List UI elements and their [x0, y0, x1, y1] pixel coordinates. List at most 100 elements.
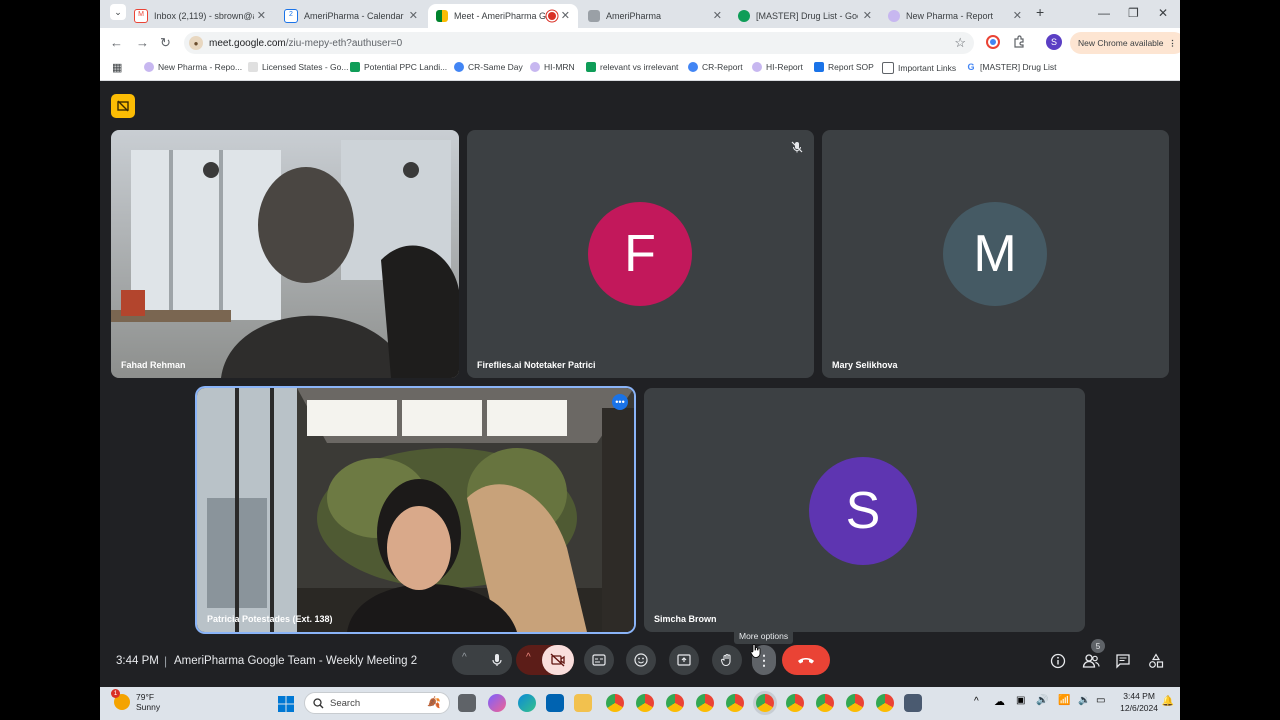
raise-hand-button[interactable] [712, 645, 742, 675]
reactions-button[interactable] [626, 645, 656, 675]
meeting-details-icon[interactable] [1050, 653, 1066, 669]
microphone-button[interactable] [482, 645, 512, 675]
maximize-icon[interactable]: ❐ [1128, 6, 1139, 20]
participant-tile-simcha[interactable]: S Simcha Brown [644, 388, 1085, 632]
forward-icon[interactable]: → [136, 35, 149, 50]
tab-meet[interactable]: Meet - AmeriPharma Go ✕ [428, 4, 578, 28]
chrome-profile-icon[interactable] [786, 694, 804, 712]
sound-icon[interactable]: 🔉 [1078, 695, 1090, 706]
windows-taskbar: 1 79°F Sunny Search 🍂 ^ ☁ ▣ 🔊 📶 🔉 ▭ 3:44… [100, 687, 1180, 720]
chrome-active-icon[interactable] [756, 694, 774, 712]
leave-call-button[interactable] [782, 645, 830, 675]
bookmark-item[interactable]: Report SOP [814, 62, 874, 72]
chrome-profile-icon[interactable] [726, 694, 744, 712]
copilot-icon[interactable] [488, 694, 506, 712]
extension-color-icon[interactable] [986, 35, 1000, 49]
address-bar[interactable]: ● meet.google.com/ziu-mepy-eth?authuser=… [184, 32, 974, 54]
chrome-profile-icon[interactable] [636, 694, 654, 712]
network-icon[interactable]: ▣ [1016, 695, 1025, 706]
participant-tile-fahad[interactable]: Fahad Rehman [111, 130, 459, 378]
weather-widget[interactable]: 1 79°F Sunny [111, 689, 161, 712]
chrome-profile-icon[interactable] [696, 694, 714, 712]
weather-temperature: 79°F [136, 692, 155, 702]
update-chrome-button[interactable]: New Chrome available ⋮ [1070, 32, 1180, 54]
participant-tile-fireflies[interactable]: F Fireflies.ai Notetaker Patrici [467, 130, 814, 378]
tab-search-button[interactable]: ⌄ [110, 4, 126, 20]
weather-description: Sunny [136, 702, 161, 712]
tab-ameripharma[interactable]: AmeriPharma ✕ [580, 4, 730, 28]
participant-more-options-icon[interactable]: ••• [612, 394, 628, 410]
people-icon[interactable] [1082, 653, 1100, 669]
camera-button[interactable] [542, 645, 574, 675]
chat-icon[interactable] [1115, 653, 1131, 669]
bookmark-item[interactable]: G [MASTER] Drug List [966, 62, 1057, 72]
bookmark-item[interactable]: Licensed States - Go... [248, 62, 348, 72]
chrome-profile-icon[interactable] [876, 694, 894, 712]
captions-button[interactable] [584, 645, 614, 675]
participant-tile-mary[interactable]: M Mary Selikhova [822, 130, 1169, 378]
bookmark-item[interactable]: relevant vs irrelevant [586, 62, 678, 72]
system-clock[interactable]: 3:44 PM 12/6/2024 [1120, 690, 1158, 714]
taskbar-search-box[interactable]: Search 🍂 [304, 692, 450, 714]
report-icon [530, 62, 540, 72]
bookmark-item[interactable]: HI-Report [752, 62, 803, 72]
host-controls-button[interactable] [111, 94, 135, 118]
tab-gmail[interactable]: M Inbox (2,119) - sbrown@ameri ✕ [126, 4, 274, 28]
close-tab-icon[interactable]: ✕ [257, 9, 266, 22]
bookmark-folder[interactable]: Important Links [882, 62, 956, 74]
chrome-profile-icon[interactable] [846, 694, 864, 712]
close-tab-icon[interactable]: ✕ [561, 9, 570, 22]
closed-captions-icon [592, 654, 606, 666]
video-settings-chevron-icon[interactable]: ^ [526, 652, 531, 663]
volume-icon[interactable]: 🔊 [1036, 695, 1048, 706]
camera-control-group: ^ [516, 645, 574, 675]
show-hidden-icons-chevron[interactable]: ^ [974, 696, 979, 707]
profile-avatar[interactable]: S [1046, 34, 1062, 50]
bookmark-label: CR-Report [702, 62, 743, 72]
tab-report[interactable]: New Pharma - Report ✕ [880, 4, 1030, 28]
close-tab-icon[interactable]: ✕ [1013, 9, 1022, 22]
wifi-icon[interactable]: 📶 [1058, 695, 1070, 706]
site-info-icon[interactable]: ● [189, 36, 203, 50]
activities-icon[interactable] [1148, 653, 1164, 669]
apps-grid-icon[interactable]: ▦ [112, 61, 122, 74]
screen: ⌄ M Inbox (2,119) - sbrown@ameri ✕ 2 Ame… [100, 0, 1180, 720]
back-icon[interactable]: ← [110, 35, 123, 50]
close-tab-icon[interactable]: ✕ [409, 9, 418, 22]
bookmark-star-icon[interactable]: ☆ [954, 35, 966, 51]
new-tab-button[interactable]: + [1036, 4, 1044, 20]
participant-tile-patricia[interactable]: ••• Patricia Potestades (Ext. 138) [197, 388, 634, 632]
tab-drug-list[interactable]: [MASTER] Drug List - Googl ✕ [730, 4, 880, 28]
close-tab-icon[interactable]: ✕ [713, 9, 722, 22]
kebab-menu-icon: ⋮ [1168, 37, 1177, 48]
extensions-puzzle-icon[interactable] [1012, 35, 1026, 49]
onedrive-icon[interactable]: ☁ [994, 695, 1005, 708]
close-window-icon[interactable]: ✕ [1158, 6, 1168, 20]
windows-start-icon[interactable] [278, 696, 294, 712]
bookmark-item[interactable]: CR-Same Day [454, 62, 523, 72]
chrome-profile-icon[interactable] [666, 694, 684, 712]
chrome-profile-icon[interactable] [816, 694, 834, 712]
battery-icon[interactable]: ▭ [1096, 695, 1105, 706]
sun-icon: 1 [111, 689, 130, 710]
bookmark-item[interactable]: CR-Report [688, 62, 743, 72]
tab-calendar[interactable]: 2 AmeriPharma - Calendar - W ✕ [276, 4, 426, 28]
bookmark-item[interactable]: Potential PPC Landi... [350, 62, 447, 72]
audio-settings-chevron-icon[interactable]: ^ [462, 652, 467, 663]
chrome-icon[interactable] [606, 694, 624, 712]
task-view-icon[interactable] [458, 694, 476, 712]
recording-indicator-icon [548, 12, 556, 20]
reload-icon[interactable]: ↻ [160, 35, 171, 51]
store-icon[interactable] [546, 694, 564, 712]
present-screen-button[interactable] [669, 645, 699, 675]
file-explorer-icon[interactable] [574, 694, 592, 712]
minimize-icon[interactable]: — [1098, 6, 1110, 20]
tab-title: Inbox (2,119) - sbrown@ameri [154, 11, 254, 21]
bookmark-item[interactable]: New Pharma - Repo... [144, 62, 242, 72]
participant-avatar: F [588, 202, 692, 306]
notifications-icon[interactable]: 🔔 [1162, 696, 1174, 707]
edge-icon[interactable] [518, 694, 536, 712]
close-tab-icon[interactable]: ✕ [863, 9, 872, 22]
bookmark-item[interactable]: HI-MRN [530, 62, 575, 72]
calculator-icon[interactable] [904, 694, 922, 712]
